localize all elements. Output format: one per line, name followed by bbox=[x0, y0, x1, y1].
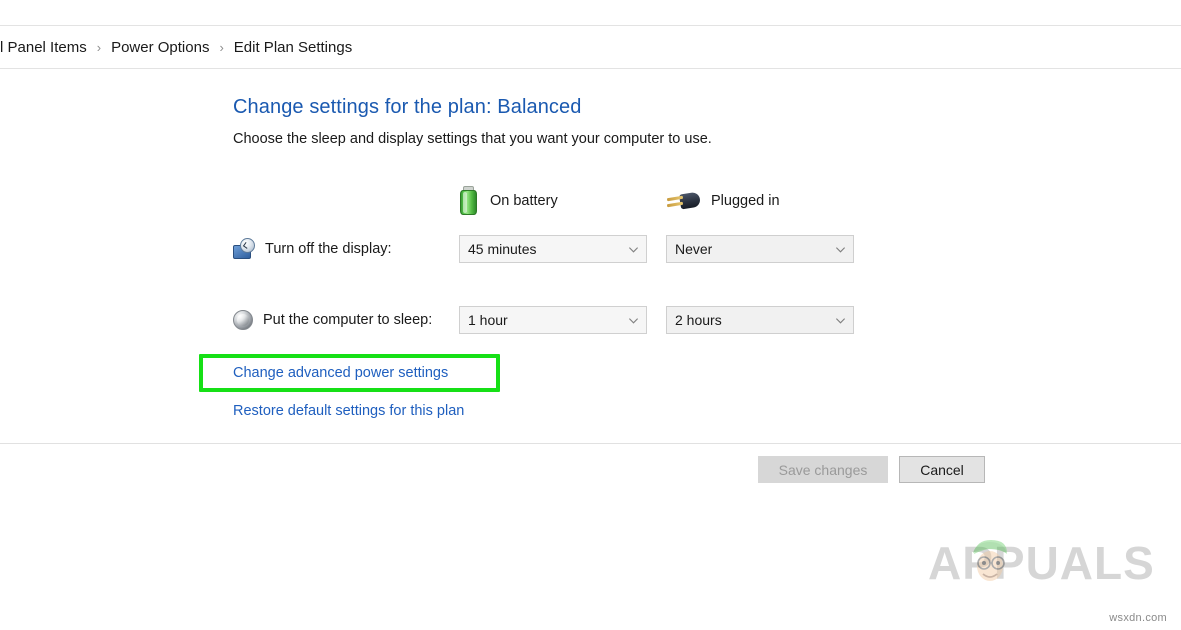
breadcrumb-item-power-options[interactable]: Power Options bbox=[109, 40, 211, 55]
dropdown-display-plugged-in[interactable]: Never bbox=[666, 235, 854, 263]
chevron-right-icon: › bbox=[89, 41, 109, 54]
cell-sleep-battery: 1 hour bbox=[459, 298, 666, 342]
table-row: Turn off the display: 45 minutes Never bbox=[233, 227, 866, 271]
table-row: Put the computer to sleep: 1 hour 2 hour… bbox=[233, 298, 866, 342]
column-header-plugged-in-label: Plugged in bbox=[711, 193, 780, 209]
link-restore-wrapper: Restore default settings for this plan bbox=[233, 402, 464, 419]
dropdown-sleep-plugged-in[interactable]: 2 hours bbox=[666, 306, 854, 334]
link-advanced-wrapper: Change advanced power settings bbox=[233, 364, 448, 381]
chevron-down-icon bbox=[628, 315, 639, 326]
display-clock-icon bbox=[233, 238, 255, 260]
column-header-on-battery-label: On battery bbox=[490, 193, 558, 209]
dropdown-sleep-on-battery-value: 1 hour bbox=[468, 312, 508, 328]
dropdown-display-on-battery-value: 45 minutes bbox=[468, 241, 536, 257]
row-label-text: Turn off the display: bbox=[265, 241, 392, 257]
battery-icon bbox=[459, 186, 479, 216]
power-plug-icon bbox=[666, 188, 700, 214]
row-label-text: Put the computer to sleep: bbox=[263, 312, 432, 328]
power-settings-table: On battery Plugged in bbox=[233, 175, 866, 342]
link-restore-default-settings[interactable]: Restore default settings for this plan bbox=[233, 403, 464, 419]
sleep-icon bbox=[233, 310, 253, 330]
column-header-plugged-in: Plugged in bbox=[666, 175, 866, 227]
page-subtitle: Choose the sleep and display settings th… bbox=[233, 131, 1033, 147]
breadcrumb-item-edit-plan-settings[interactable]: Edit Plan Settings bbox=[232, 40, 354, 55]
cell-display-plugged: Never bbox=[666, 227, 866, 271]
dropdown-sleep-plugged-in-value: 2 hours bbox=[675, 312, 722, 328]
dropdown-sleep-on-battery[interactable]: 1 hour bbox=[459, 306, 647, 334]
cell-sleep-plugged: 2 hours bbox=[666, 298, 866, 342]
settings-header-spacer bbox=[233, 175, 459, 227]
breadcrumb-item-control-panel-items[interactable]: l Panel Items bbox=[0, 40, 89, 55]
row-label-turn-off-display: Turn off the display: bbox=[233, 227, 459, 271]
cancel-button[interactable]: Cancel bbox=[899, 456, 985, 483]
row-spacer bbox=[233, 271, 866, 298]
watermark-brand-text: APPUALS bbox=[928, 540, 1155, 586]
page-title: Change settings for the plan: Balanced bbox=[233, 96, 1033, 119]
chevron-down-icon bbox=[835, 244, 846, 255]
footer-divider bbox=[0, 443, 1181, 444]
settings-header-row: On battery Plugged in bbox=[233, 175, 866, 227]
link-change-advanced-power-settings[interactable]: Change advanced power settings bbox=[233, 365, 448, 381]
dropdown-display-on-battery[interactable]: 45 minutes bbox=[459, 235, 647, 263]
footer-buttons: Save changes Cancel bbox=[758, 456, 985, 483]
breadcrumb-divider bbox=[0, 68, 1181, 69]
breadcrumb: l Panel Items › Power Options › Edit Pla… bbox=[0, 26, 1181, 68]
save-changes-button[interactable]: Save changes bbox=[758, 456, 888, 483]
chevron-down-icon bbox=[835, 315, 846, 326]
appuals-watermark: APPUALS bbox=[928, 534, 1158, 604]
dropdown-display-plugged-in-value: Never bbox=[675, 241, 712, 257]
row-label-put-computer-to-sleep: Put the computer to sleep: bbox=[233, 298, 459, 342]
chevron-down-icon bbox=[628, 244, 639, 255]
chevron-right-icon: › bbox=[211, 41, 231, 54]
site-credit: wsxdn.com bbox=[1109, 612, 1167, 624]
mascot-face-icon bbox=[968, 536, 1012, 586]
cell-display-battery: 45 minutes bbox=[459, 227, 666, 271]
main-content: Change settings for the plan: Balanced C… bbox=[233, 96, 1033, 342]
column-header-on-battery: On battery bbox=[459, 175, 666, 227]
